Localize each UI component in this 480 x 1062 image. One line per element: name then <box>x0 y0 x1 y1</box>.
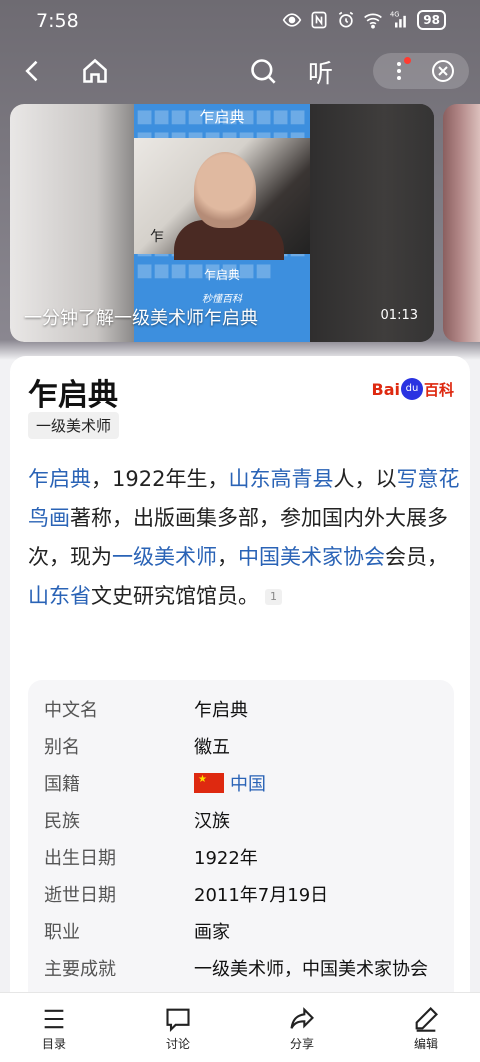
china-flag-icon <box>194 773 224 793</box>
wifi-icon <box>363 10 383 30</box>
info-value-text: 画家 <box>194 922 230 943</box>
entry-summary: 乍启典，1922年生，山东高青县人，以写意花鸟画著称，出版画集多部，参加国内外大… <box>28 460 460 616</box>
video-top-text: 乍启典 <box>199 108 245 126</box>
info-value-text: 汉族 <box>194 811 230 832</box>
entry-title: 乍启典 <box>28 378 118 413</box>
info-value: 1922年 <box>194 844 258 870</box>
discuss-label: 讨论 <box>165 1037 190 1051</box>
chat-icon <box>166 1008 190 1033</box>
video-name-small: 乍启典 <box>203 268 240 282</box>
edit-button[interactable]: 编辑 <box>396 1005 456 1052</box>
search-icon <box>251 59 276 84</box>
info-key: 国籍 <box>44 774 80 795</box>
battery-indicator: 98 <box>417 10 446 30</box>
entry-tag[interactable]: 一级美术师 <box>28 412 120 439</box>
info-row: 别名 徽五 <box>44 729 444 763</box>
edit-label: 编辑 <box>413 1037 438 1051</box>
info-value: 汉族 <box>194 807 230 833</box>
portrait-face <box>194 152 256 228</box>
summary-link[interactable]: 山东省 <box>28 584 91 608</box>
summary-link[interactable]: 乍启典 <box>28 467 91 491</box>
logo-bai: Bai <box>371 379 400 399</box>
video-logo: 秒懂百科 <box>202 294 242 305</box>
info-row: 民族 汉族 <box>44 803 444 837</box>
info-key: 职业 <box>44 922 80 943</box>
svg-text:4G: 4G <box>390 11 399 19</box>
back-arrow-icon <box>25 60 38 82</box>
info-key: 别名 <box>44 737 80 758</box>
video-caption: 一分钟了解一级美术师乍启典 <box>24 308 258 329</box>
info-value-text: 1922年 <box>194 848 258 869</box>
info-value: 2011年7月19日 <box>194 881 328 907</box>
info-value-text: 乍启典 <box>194 700 248 721</box>
info-value: 一级美术师，中国美术家协会 <box>194 955 428 981</box>
nfc-icon <box>309 10 329 30</box>
summary-text: ，1922年生， <box>91 467 229 491</box>
back-button[interactable] <box>14 52 52 90</box>
info-key: 出生日期 <box>44 848 116 869</box>
info-key: 主要成就 <box>44 959 116 980</box>
reference-mark[interactable]: 1 <box>265 589 282 605</box>
alarm-icon <box>336 10 356 30</box>
toc-label: 目录 <box>41 1037 66 1051</box>
summary-text: 会员， <box>385 545 448 569</box>
status-bar: 7:58 4G 98 <box>0 0 480 44</box>
video-card[interactable]: ■■■■■■■■■■■■■■■■■■■■■■■■■■■■■■■■■■■■■■■■… <box>10 104 434 342</box>
home-icon <box>83 58 107 83</box>
info-value-text: 2011年7月19日 <box>194 885 329 906</box>
summary-text: 文史研究馆馆员。 <box>91 584 259 608</box>
info-row: 职业 画家 <box>44 914 444 948</box>
info-value-text[interactable]: 中国 <box>230 774 266 795</box>
paw-icon: du <box>400 378 423 400</box>
top-nav: 听 <box>0 48 480 94</box>
info-row: 逝世日期 2011年7月19日 <box>44 877 444 911</box>
home-button[interactable] <box>76 52 114 90</box>
summary-text: 人，以 <box>333 467 397 491</box>
listen-button[interactable]: 听 <box>308 54 333 90</box>
info-value: 画家 <box>194 918 230 944</box>
discuss-button[interactable]: 讨论 <box>148 1005 208 1052</box>
info-row: 主要成就 一级美术师，中国美术家协会 <box>44 951 444 985</box>
info-value[interactable]: 中国 <box>194 770 266 796</box>
entry-card: 乍启典 Bai du 百科 一级美术师 乍启典，1922年生，山东高青县人，以写… <box>10 356 470 1062</box>
share-icon <box>290 1007 314 1029</box>
bottom-bar: 目录 讨论 分享 编辑 <box>0 992 480 1062</box>
close-icon[interactable] <box>431 59 455 83</box>
status-icons: 4G 98 <box>282 10 446 30</box>
info-row: 出生日期 1922年 <box>44 840 444 874</box>
signal-icon: 4G <box>390 10 410 30</box>
summary-text: ， <box>217 545 238 569</box>
summary-link[interactable]: 一级美术师 <box>112 545 217 569</box>
status-time: 7:58 <box>36 10 79 32</box>
capsule-menu <box>373 53 469 89</box>
video-blur-right <box>310 104 434 342</box>
info-key: 民族 <box>44 811 80 832</box>
portrait-photo: 乍 <box>134 138 310 260</box>
info-value-text: 一级美术师，中国美术家协会 <box>194 959 428 980</box>
toc-button[interactable]: 目录 <box>24 1005 84 1052</box>
search-button[interactable] <box>244 52 282 90</box>
signature: 乍 <box>150 229 164 245</box>
logo-baike: 百科 <box>423 380 454 399</box>
notification-dot <box>404 57 411 64</box>
list-icon <box>44 1009 64 1029</box>
video-duration: 01:13 <box>380 308 418 323</box>
info-key: 中文名 <box>44 700 98 721</box>
pencil-icon <box>415 1007 438 1032</box>
info-row: 国籍 中国 <box>44 766 444 800</box>
share-button[interactable]: 分享 <box>272 1005 332 1052</box>
info-row: 中文名 乍启典 <box>44 692 444 726</box>
info-value-text: 徽五 <box>194 737 230 758</box>
info-value: 徽五 <box>194 733 230 759</box>
summary-link[interactable]: 中国美术家协会 <box>238 545 385 569</box>
info-value: 乍启典 <box>194 696 248 722</box>
baidu-baike-logo: Bai du 百科 <box>371 376 454 402</box>
share-label: 分享 <box>289 1037 314 1051</box>
summary-link[interactable]: 山东高青县 <box>228 467 333 491</box>
video-card-next[interactable] <box>443 104 480 342</box>
eye-icon <box>282 10 302 30</box>
info-key: 逝世日期 <box>44 885 116 906</box>
